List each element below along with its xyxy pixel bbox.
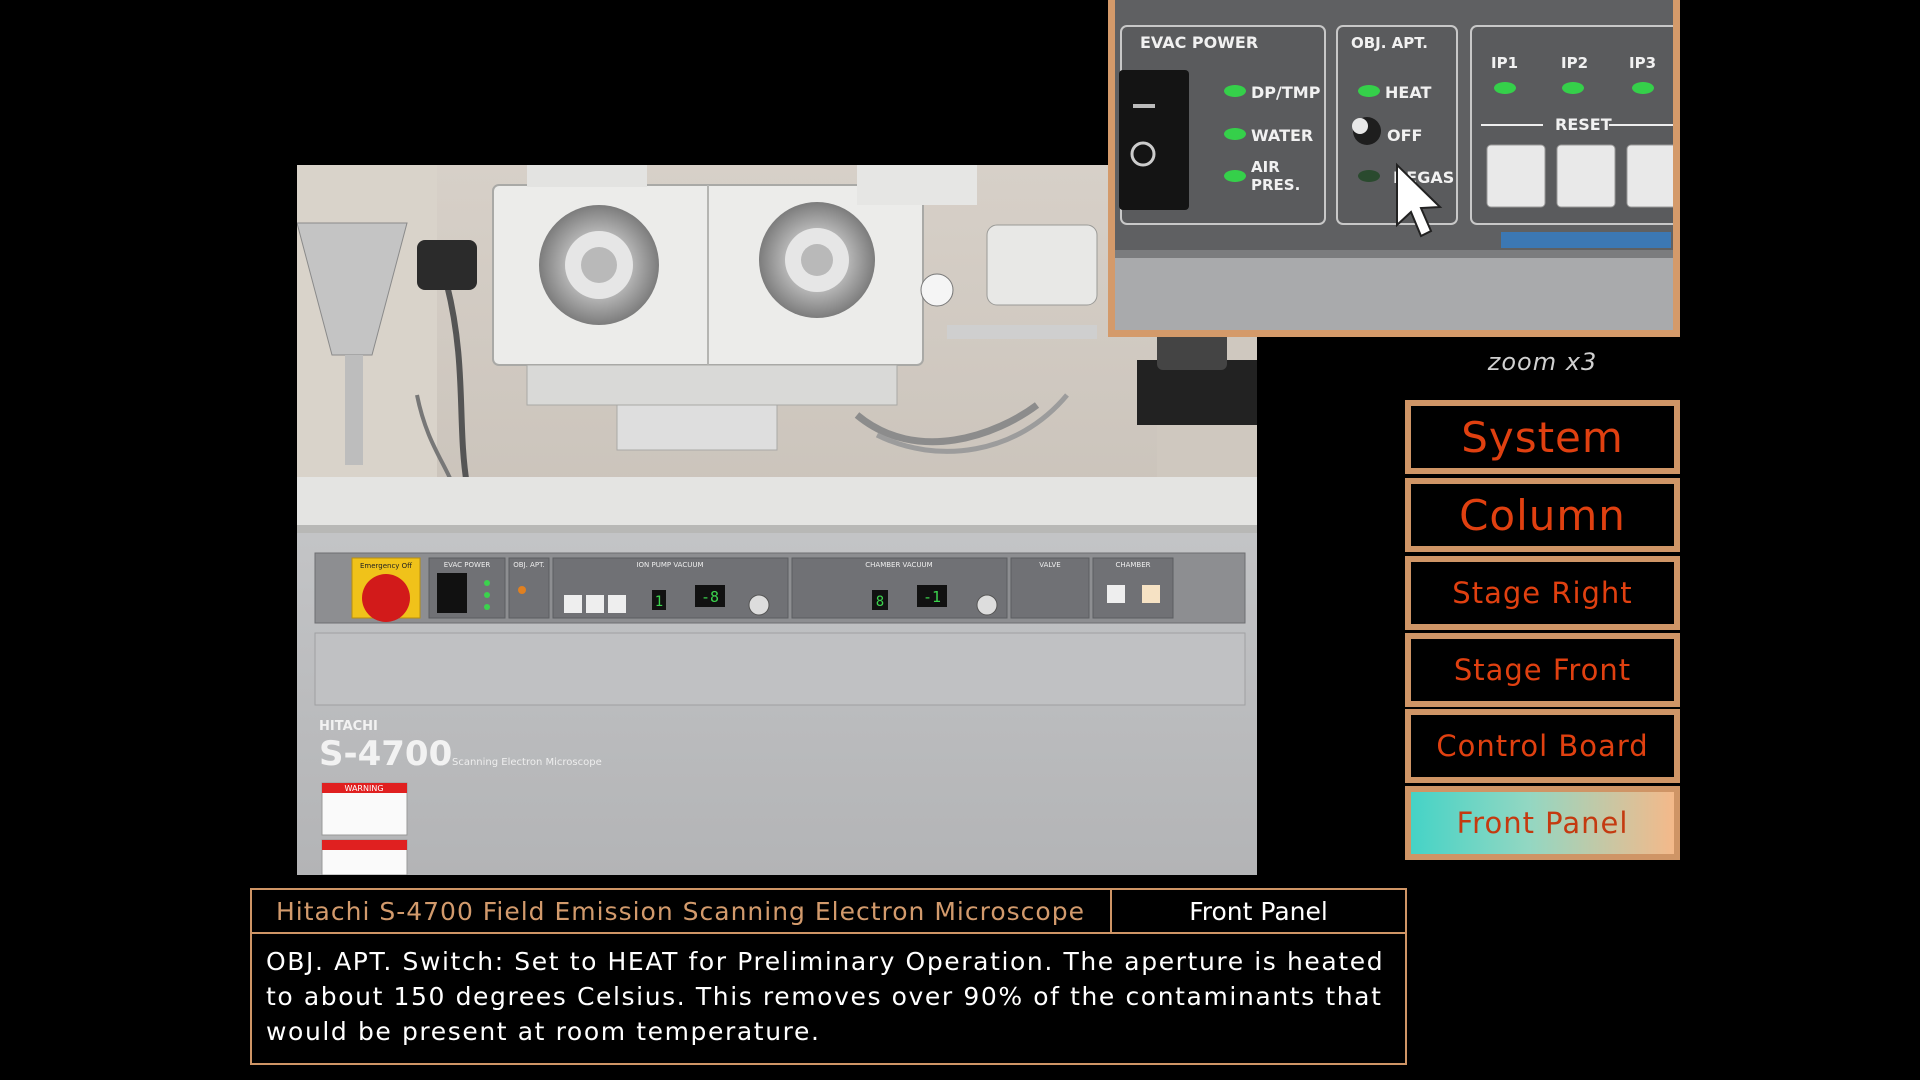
zoom-obj-apt-label: OBJ. APT. <box>1351 34 1428 52</box>
photo-brand: HITACHI <box>319 719 378 734</box>
photo-ion-exp: -8 <box>701 588 719 606</box>
zoom-ip1-label: IP1 <box>1491 54 1518 72</box>
photo-objapt-label: OBJ. APT. <box>513 561 545 569</box>
photo-subtitle: Scanning Electron Microscope <box>452 757 602 768</box>
warning-label: WARNING <box>344 784 383 793</box>
nav-system-button[interactable]: System <box>1405 400 1680 474</box>
photo-chamber-label: CHAMBER <box>1115 561 1150 569</box>
zoom-ip3-label: IP3 <box>1629 54 1656 72</box>
zoom-dp-tmp-label: DP/TMP <box>1251 83 1321 102</box>
photo-ch-digit: 8 <box>876 594 884 610</box>
zoom-off-label: OFF <box>1387 126 1422 145</box>
zoom-inset: EVAC POWER DP/TMP WATER AIR PRES. OBJ. A… <box>1108 0 1680 337</box>
nav-column-button[interactable]: Column <box>1405 478 1680 552</box>
photo-chamber-vac-label: CHAMBER VACUUM <box>865 561 932 569</box>
photo-ch-exp: -1 <box>923 588 941 606</box>
zoom-water-label: WATER <box>1251 126 1313 145</box>
zoom-evac-power-label: EVAC POWER <box>1140 33 1258 52</box>
photo-ion-digit: 1 <box>655 594 663 610</box>
nav-front-panel-button[interactable]: Front Panel <box>1405 786 1680 860</box>
info-title: Hitachi S-4700 Field Emission Scanning E… <box>252 890 1112 932</box>
zoom-heat-label: HEAT <box>1385 83 1431 102</box>
zoom-air-label: AIR <box>1251 158 1280 176</box>
nav-control-board-button[interactable]: Control Board <box>1405 709 1680 783</box>
nav-stage-front-button[interactable]: Stage Front <box>1405 633 1680 707</box>
photo-valve-label: VALVE <box>1039 561 1060 569</box>
info-description: OBJ. APT. Switch: Set to HEAT for Prelim… <box>266 947 1385 1046</box>
info-panel: Hitachi S-4700 Field Emission Scanning E… <box>250 888 1407 1065</box>
zoom-pres-label: PRES. <box>1251 176 1300 194</box>
info-header: Hitachi S-4700 Field Emission Scanning E… <box>252 890 1405 934</box>
zoom-caption: zoom x3 <box>1487 348 1598 376</box>
zoom-reset-label: RESET <box>1555 115 1612 134</box>
photo-model: S-4700 <box>319 734 452 774</box>
zoom-ip2-label: IP2 <box>1561 54 1588 72</box>
zoom-illustration: EVAC POWER DP/TMP WATER AIR PRES. OBJ. A… <box>1115 0 1673 330</box>
photo-ionpump-label: ION PUMP VACUUM <box>636 561 703 569</box>
nav-stage-right-button[interactable]: Stage Right <box>1405 556 1680 630</box>
emergency-off-label: Emergency Off <box>360 562 412 570</box>
photo-evac-label: EVAC POWER <box>444 561 491 569</box>
info-section-name: Front Panel <box>1189 896 1328 926</box>
